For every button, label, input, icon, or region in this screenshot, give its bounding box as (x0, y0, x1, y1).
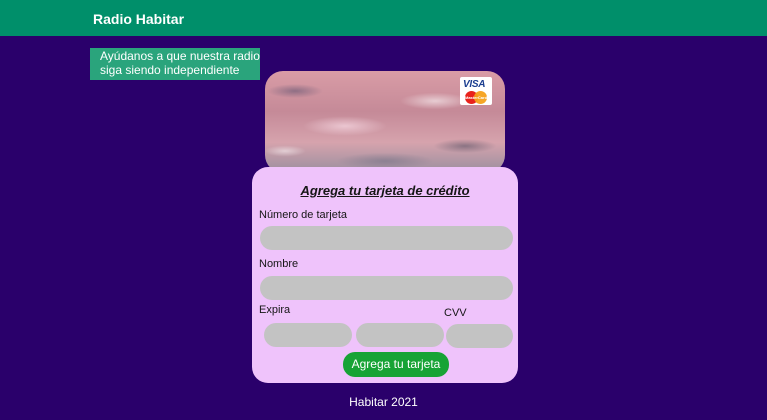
mastercard-logo: MasterCard (463, 91, 489, 104)
support-banner-line-1: Ayúdanos a que nuestra radio (100, 49, 260, 63)
support-banner-line-2: siga siendo independiente (100, 63, 240, 77)
water-hero-image: VISA MasterCard (265, 71, 505, 173)
expiry-month-input[interactable] (264, 323, 352, 347)
top-navbar: Radio Habitar (0, 0, 767, 36)
credit-card-logos: VISA MasterCard (460, 77, 492, 105)
add-card-button[interactable]: Agrega tu tarjeta (343, 352, 449, 377)
footer-text: Habitar 2021 (349, 395, 418, 409)
form-title: Agrega tu tarjeta de crédito (300, 183, 470, 198)
card-number-label: Número de tarjeta (259, 209, 348, 221)
card-number-input[interactable] (260, 226, 513, 250)
visa-logo: VISA (463, 79, 486, 90)
expiry-label: Expira (259, 304, 291, 316)
credit-card-form: Agrega tu tarjeta de crédito Número de t… (252, 167, 518, 383)
expiry-year-input[interactable] (356, 323, 444, 347)
cvv-label: CVV (444, 307, 467, 319)
name-label: Nombre (259, 258, 299, 270)
cvv-input[interactable] (446, 324, 513, 348)
support-banner: Ayúdanos a que nuestra radio siga siendo… (90, 48, 260, 80)
name-input[interactable] (260, 276, 513, 300)
brand-title[interactable]: Radio Habitar (93, 11, 184, 27)
